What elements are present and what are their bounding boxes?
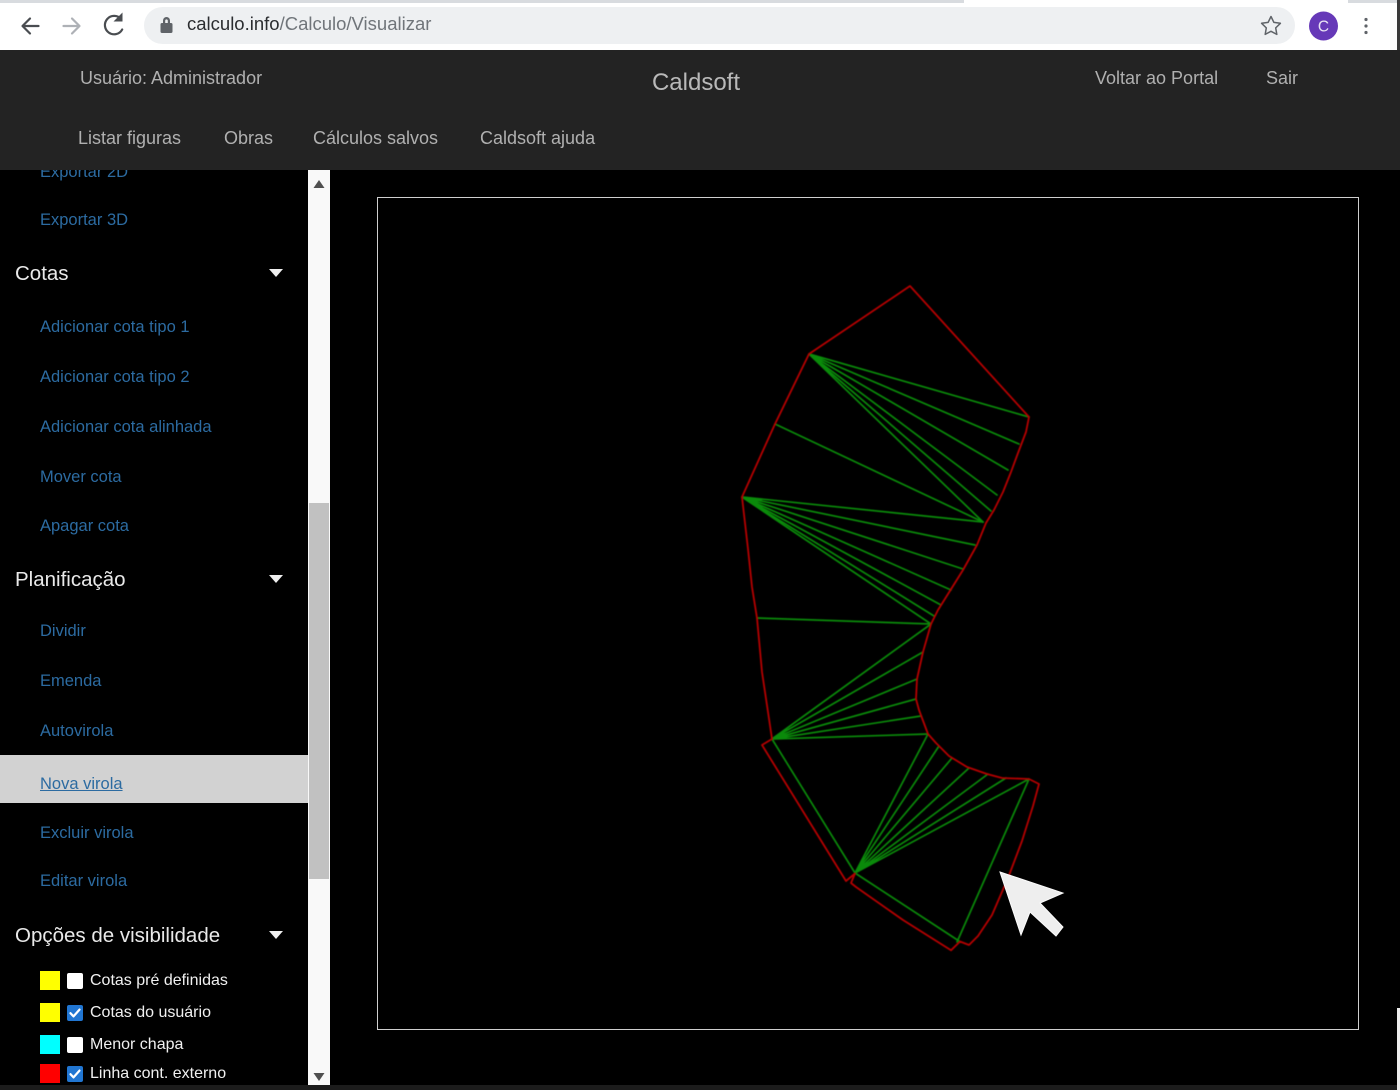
svg-text:C: C xyxy=(1318,19,1329,36)
